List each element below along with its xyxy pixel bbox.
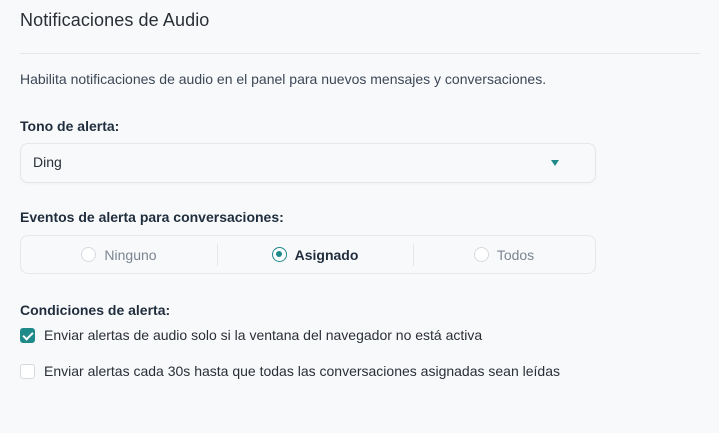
event-option-label: Asignado xyxy=(294,246,359,263)
event-option-assigned[interactable]: Asignado xyxy=(217,236,413,273)
condition-repeat-30s[interactable]: Enviar alertas cada 30s hasta que todas … xyxy=(20,363,560,379)
condition-label: Enviar alertas de audio solo si la venta… xyxy=(44,327,483,343)
radio-icon xyxy=(473,247,489,262)
event-option-label: Todos xyxy=(496,246,535,263)
event-option-none[interactable]: Ninguno xyxy=(21,236,217,273)
condition-label: Enviar alertas cada 30s hasta que todas … xyxy=(44,363,560,379)
radio-selected-icon xyxy=(271,247,287,262)
alert-conditions-label: Condiciones de alerta: xyxy=(20,302,171,318)
alert-events-label: Eventos de alerta para conversaciones: xyxy=(20,209,284,225)
checkbox-checked-icon[interactable] xyxy=(20,327,35,343)
checkbox-icon[interactable] xyxy=(20,363,35,379)
chevron-down-icon xyxy=(551,160,559,166)
section-description: Habilita notificaciones de audio en el p… xyxy=(20,71,547,87)
event-option-label: Ninguno xyxy=(104,246,157,263)
event-option-all[interactable]: Todos xyxy=(413,236,595,273)
page-title: Notificaciones de Audio xyxy=(20,10,210,30)
alert-tone-value: Ding xyxy=(33,154,62,170)
title-divider xyxy=(20,53,700,54)
audio-notifications-panel: Notificaciones de Audio Habilita notific… xyxy=(0,0,719,433)
condition-inactive-window[interactable]: Enviar alertas de audio solo si la venta… xyxy=(20,327,482,343)
radio-icon xyxy=(81,247,97,262)
alert-tone-label: Tono de alerta: xyxy=(20,118,120,134)
alert-tone-select[interactable]: Ding xyxy=(20,143,596,183)
alert-events-segmented-control: Ninguno Asignado Todos xyxy=(20,235,596,274)
